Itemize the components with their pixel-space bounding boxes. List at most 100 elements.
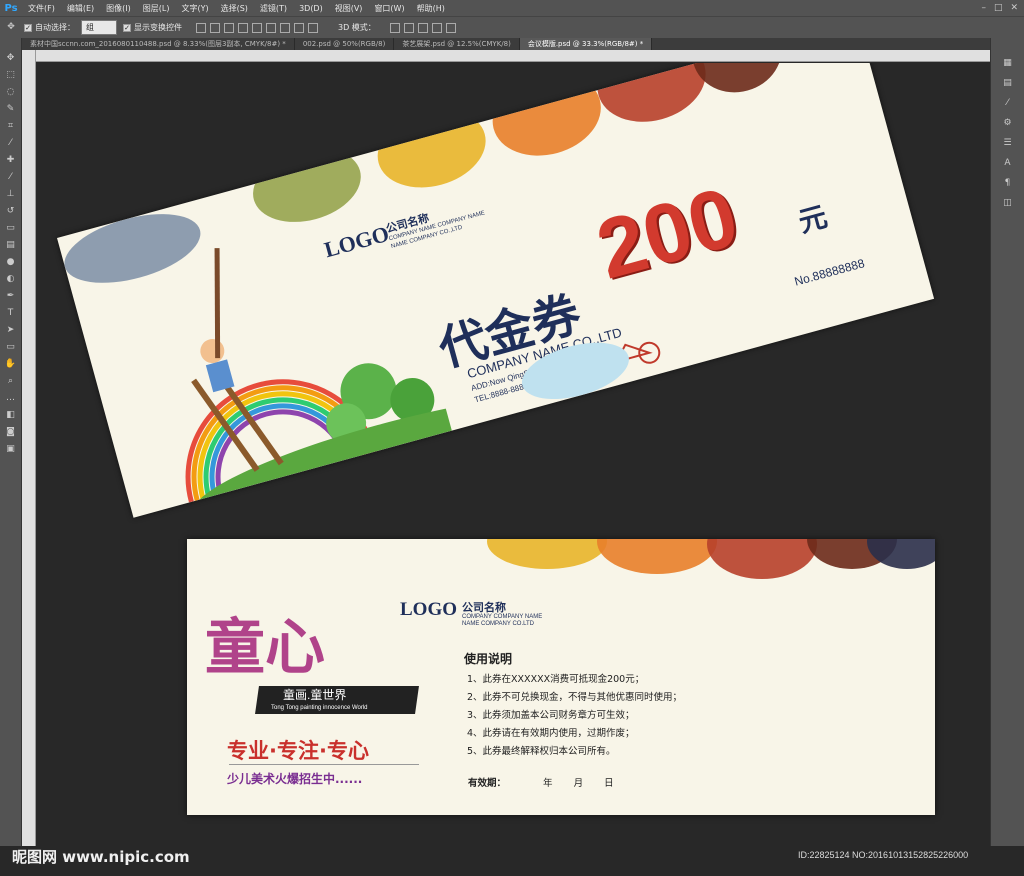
validity-day: 日 xyxy=(604,778,614,789)
pen-icon[interactable]: ✒ xyxy=(4,290,18,303)
menu-edit[interactable]: 编辑(E) xyxy=(61,3,100,14)
back-company-cn: 公司名称 xyxy=(462,602,506,614)
quick-mask-icon[interactable]: ◙ xyxy=(4,426,18,439)
back-logo: LOGO xyxy=(400,599,458,620)
show-transform-checkbox[interactable]: ✓ xyxy=(123,23,131,32)
3d-drag-icon[interactable] xyxy=(417,22,428,33)
adjustments-icon[interactable]: ⚙ xyxy=(1000,116,1016,130)
paint-splash xyxy=(368,97,495,200)
menu-file[interactable]: 文件(F) xyxy=(22,3,61,14)
distribute-v-icon[interactable] xyxy=(308,22,318,33)
align-middle-icon[interactable] xyxy=(210,22,220,33)
type-icon[interactable]: T xyxy=(4,307,18,320)
tab-doc-2[interactable]: 002.psd @ 50%(RGB/8) xyxy=(295,38,395,50)
paint-splash xyxy=(487,539,607,569)
lasso-icon[interactable]: ◌ xyxy=(4,86,18,99)
hand-icon[interactable]: ✋ xyxy=(4,358,18,371)
gradient-icon[interactable]: ▤ xyxy=(4,239,18,252)
brush-icon[interactable]: ⁄ xyxy=(4,171,18,184)
eyedropper-icon[interactable]: ⁄ xyxy=(4,137,18,150)
3d-mode-buttons xyxy=(389,22,456,33)
3d-scale-icon[interactable] xyxy=(445,22,456,33)
distribute-icon[interactable] xyxy=(280,22,290,33)
menu-image[interactable]: 图像(I) xyxy=(100,3,137,14)
3d-rotate-icon[interactable] xyxy=(389,22,400,33)
align-top-icon[interactable] xyxy=(196,22,206,33)
tab-doc-1[interactable]: 素材中国sccnn.com_2016080110488.psd @ 8.33%(… xyxy=(22,38,295,50)
options-bar: ✥ ✓ 自动选择： 组 ✓ 显示变换控件 3D 模式： xyxy=(0,16,1024,38)
paint-splash xyxy=(707,539,817,579)
move-icon[interactable]: ✥ xyxy=(4,52,18,65)
menu-select[interactable]: 选择(S) xyxy=(215,3,254,14)
tab-doc-4[interactable]: 会议模版.psd @ 33.3%(RGB/8#) * xyxy=(519,38,653,50)
menu-bar: Ps 文件(F) 编辑(E) 图像(I) 图层(L) 文字(Y) 选择(S) 滤… xyxy=(0,0,1024,16)
slogan: 专业·专注·专心 xyxy=(227,739,369,763)
auto-select-option[interactable]: ✓ 自动选择： xyxy=(24,22,75,33)
voucher-front: LOGO 公司名称 COMPANY NAME COMPANY NAME NAME… xyxy=(57,63,935,518)
menu-window[interactable]: 窗口(W) xyxy=(368,3,410,14)
menu-layer[interactable]: 图层(L) xyxy=(137,3,176,14)
menu-filter[interactable]: 滤镜(T) xyxy=(254,3,293,14)
voucher-amount: 200 xyxy=(587,168,748,297)
menu-type[interactable]: 文字(Y) xyxy=(175,3,214,14)
align-center-icon[interactable] xyxy=(252,22,262,33)
blur-icon[interactable]: ● xyxy=(4,256,18,269)
marquee-icon[interactable]: ⬚ xyxy=(4,69,18,82)
tools-panel: ✥ ⬚ ◌ ✎ ⌗ ⁄ ✚ ⁄ ⊥ ↺ ▭ ▤ ● ◐ ✒ T ➤ ▭ ✋ ⌕ … xyxy=(0,38,22,846)
dodge-icon[interactable]: ◐ xyxy=(4,273,18,286)
zoom-icon[interactable]: ⌕ xyxy=(4,375,18,388)
menu-help[interactable]: 帮助(H) xyxy=(411,3,451,14)
notes-title: 使用说明 xyxy=(464,652,513,666)
character-icon[interactable]: A xyxy=(1000,156,1016,170)
eraser-icon[interactable]: ▭ xyxy=(4,222,18,235)
tab-doc-3[interactable]: 茶艺展架.psd @ 12.5%(CMYK/8) xyxy=(394,38,520,50)
crop-icon[interactable]: ⌗ xyxy=(4,120,18,133)
auto-select-checkbox[interactable]: ✓ xyxy=(24,23,32,32)
document-tabs: 素材中国sccnn.com_2016080110488.psd @ 8.33%(… xyxy=(22,38,990,50)
3d-slide-icon[interactable] xyxy=(431,22,442,33)
healing-icon[interactable]: ✚ xyxy=(4,154,18,167)
note-item: 4、此券请在有效期内使用，过期作废； xyxy=(467,728,635,739)
brush-presets-icon[interactable]: ⁄ xyxy=(1000,96,1016,110)
document-canvas[interactable]: LOGO 公司名称 COMPANY NAME COMPANY NAME NAME… xyxy=(37,63,990,846)
note-item: 1、此券在XXXXXX消费可抵现金200元； xyxy=(467,674,645,685)
shape-icon[interactable]: ▭ xyxy=(4,341,18,354)
validity-year: 年 xyxy=(543,778,553,789)
color-swatch-icon[interactable]: ◧ xyxy=(4,409,18,422)
more-tools-icon[interactable]: … xyxy=(4,392,18,405)
3d-roll-icon[interactable] xyxy=(403,22,414,33)
history-brush-icon[interactable]: ↺ xyxy=(4,205,18,218)
align-right-icon[interactable] xyxy=(266,22,276,33)
properties-icon[interactable]: ▤ xyxy=(1000,76,1016,90)
stamp-icon[interactable]: ⊥ xyxy=(4,188,18,201)
brand-subtitle: 童画.童世界 xyxy=(283,688,347,702)
auto-select-dropdown[interactable]: 组 xyxy=(81,20,117,35)
layers-icon[interactable]: ◫ xyxy=(1000,196,1016,210)
channels-icon[interactable]: ☰ xyxy=(1000,136,1016,150)
align-left-icon[interactable] xyxy=(238,22,248,33)
show-transform-option[interactable]: ✓ 显示变换控件 xyxy=(123,22,182,33)
screen-mode-icon[interactable]: ▣ xyxy=(4,443,18,456)
auto-select-label: 自动选择： xyxy=(35,23,75,32)
note-item: 3、此券须加盖本公司财务章方可生效； xyxy=(467,710,635,721)
watermark-id: ID:22825124 NO:20161013152825226000 xyxy=(798,850,969,860)
maximize-icon[interactable]: □ xyxy=(994,3,1003,13)
photoshop-logo[interactable]: Ps xyxy=(0,0,22,16)
paragraph-icon[interactable]: ¶ xyxy=(1000,176,1016,190)
horizontal-ruler[interactable] xyxy=(36,50,990,62)
minimize-icon[interactable]: – xyxy=(981,3,986,13)
close-icon[interactable]: ✕ xyxy=(1010,3,1018,13)
validity-month: 月 xyxy=(573,778,584,789)
vertical-ruler[interactable] xyxy=(22,50,36,846)
paint-splash xyxy=(483,63,611,168)
brand-english: Tong Tong painting innocence World xyxy=(271,705,368,711)
history-icon[interactable]: ▦ xyxy=(1000,56,1016,70)
align-bottom-icon[interactable] xyxy=(224,22,234,33)
quick-select-icon[interactable]: ✎ xyxy=(4,103,18,116)
move-tool-icon[interactable]: ✥ xyxy=(4,21,18,34)
align-buttons xyxy=(196,22,318,33)
menu-3d[interactable]: 3D(D) xyxy=(293,4,329,13)
distribute-h-icon[interactable] xyxy=(294,22,304,33)
menu-view[interactable]: 视图(V) xyxy=(329,3,369,14)
path-select-icon[interactable]: ➤ xyxy=(4,324,18,337)
